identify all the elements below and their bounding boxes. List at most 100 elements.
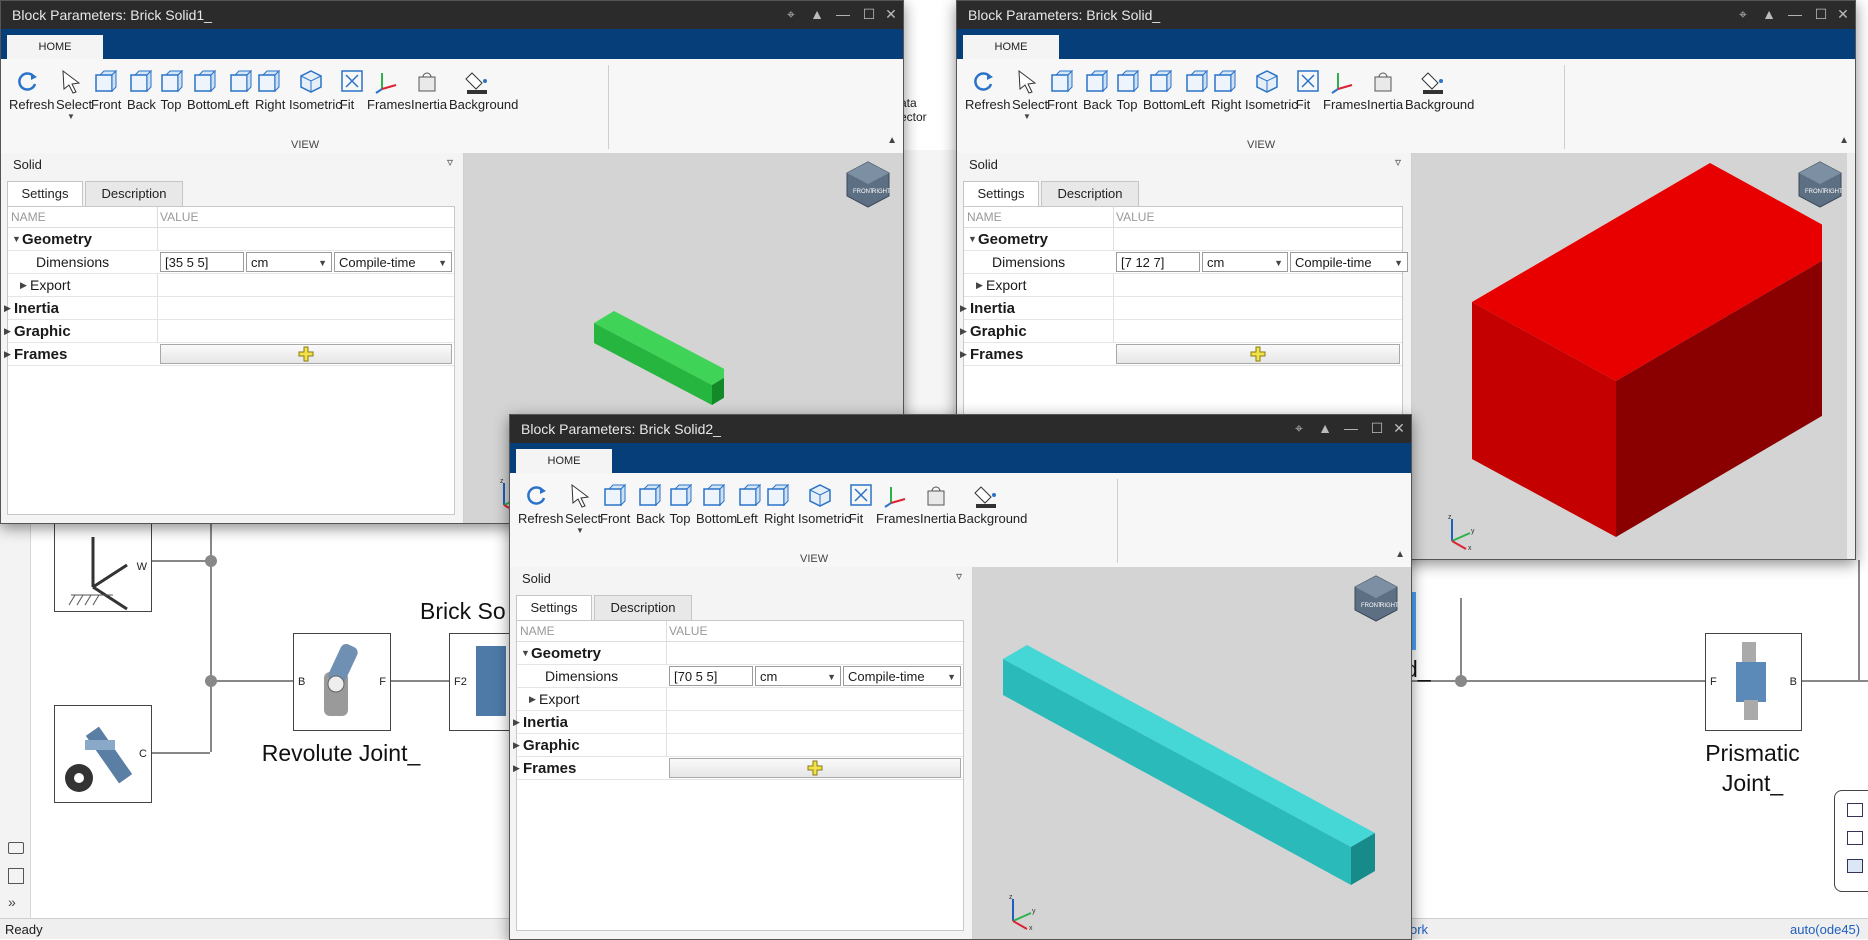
background-button[interactable]: Background <box>449 67 518 112</box>
expand-right-icon[interactable]: ▶ <box>4 349 11 360</box>
expand-right-icon[interactable]: ▶ <box>976 280 983 291</box>
collapse-ribbon-icon[interactable]: ▲ <box>887 135 897 146</box>
chevron-down-icon[interactable]: ▼ <box>565 526 595 535</box>
collapse-ribbon-icon[interactable]: ▲ <box>1839 135 1849 146</box>
panel-toggle-icon[interactable] <box>1847 803 1863 817</box>
chevron-down-icon[interactable]: ▼ <box>1274 253 1283 273</box>
panel-menu-icon[interactable]: ▿ <box>447 155 453 169</box>
minimize-icon[interactable]: — <box>1343 420 1359 436</box>
fit-button[interactable]: Fit <box>1294 67 1319 112</box>
back-button[interactable]: Back <box>127 67 156 112</box>
close-icon[interactable]: ✕ <box>1835 6 1851 22</box>
bottom-button[interactable]: Bottom <box>1143 67 1184 112</box>
pin-icon[interactable]: ⌖ <box>1291 420 1307 436</box>
dimensions-input[interactable]: [35 5 5] <box>160 252 244 272</box>
property-inspector-icon[interactable] <box>1847 831 1863 845</box>
expand-right-icon[interactable]: ▶ <box>960 303 967 314</box>
compile-time-dropdown[interactable]: Compile-time ▼ <box>843 666 961 686</box>
expand-down-icon[interactable]: ▼ <box>521 648 530 658</box>
maximize-icon[interactable]: ☐ <box>1813 6 1829 22</box>
expand-right-icon[interactable]: ▶ <box>513 763 520 774</box>
bottom-button[interactable]: Bottom <box>696 481 737 526</box>
chevron-down-icon[interactable]: ▼ <box>318 253 327 273</box>
left-button[interactable]: Left <box>1183 67 1209 112</box>
compile-time-dropdown[interactable]: Compile-time ▼ <box>1290 252 1408 272</box>
minimize-icon[interactable]: — <box>1787 6 1803 22</box>
row-dimensions[interactable]: Dimensions [7 12 7] cm ▼ Compile-time ▼ <box>964 251 1408 274</box>
row-inertia[interactable]: ▶ Inertia <box>513 711 963 734</box>
isometric-button[interactable]: Isometric <box>289 67 342 112</box>
fit-button[interactable]: Fit <box>338 67 363 112</box>
status-mid-text[interactable]: ork <box>1410 922 1428 937</box>
tab-settings[interactable]: Settings <box>7 181 83 207</box>
left-button[interactable]: Left <box>736 481 762 526</box>
view-cube-icon[interactable]: FRONTRIGHT <box>1351 573 1401 623</box>
tab-description[interactable]: Description <box>1041 181 1139 207</box>
expand-right-icon[interactable]: ▶ <box>20 280 27 291</box>
3d-viewport[interactable]: FRONTRIGHT z y x <box>1412 153 1855 559</box>
refresh-button[interactable]: Refresh <box>518 481 564 526</box>
select-button[interactable]: Select ▼ <box>56 67 92 121</box>
tab-home[interactable]: HOME <box>963 35 1059 59</box>
row-inertia[interactable]: ▶ Inertia <box>960 297 1402 320</box>
pin-icon[interactable]: ⌖ <box>1735 6 1751 22</box>
refresh-button[interactable]: Refresh <box>965 67 1011 112</box>
front-button[interactable]: Front <box>1047 67 1077 112</box>
top-button[interactable]: Top <box>667 481 693 526</box>
collapse-icon[interactable]: ▲ <box>809 6 825 22</box>
block-parameters-window-brick-solid2[interactable]: Block Parameters: Brick Solid2_ ⌖ ▲ — ☐ ✕ HOME… <box>509 414 1412 940</box>
background-button[interactable]: Background <box>958 481 1027 526</box>
solver-text[interactable]: auto(ode45) <box>1790 922 1860 937</box>
right-button[interactable]: Right <box>255 67 285 112</box>
top-button[interactable]: Top <box>158 67 184 112</box>
row-geometry[interactable]: ▼ Geometry <box>517 642 963 665</box>
tab-home[interactable]: HOME <box>516 449 612 473</box>
prismatic-joint-block[interactable]: F B <box>1705 633 1802 731</box>
refresh-button[interactable]: Refresh <box>9 67 55 112</box>
minimize-icon[interactable]: — <box>835 6 851 22</box>
expand-right-icon[interactable]: ▶ <box>4 303 11 314</box>
tab-home[interactable]: HOME <box>7 35 103 59</box>
row-inertia[interactable]: ▶ Inertia <box>4 297 454 320</box>
back-button[interactable]: Back <box>1083 67 1112 112</box>
expand-down-icon[interactable]: ▼ <box>968 234 977 244</box>
background-button[interactable]: Background <box>1405 67 1474 112</box>
dimensions-input[interactable]: [7 12 7] <box>1116 252 1200 272</box>
chevron-down-icon[interactable]: ▼ <box>1012 112 1042 121</box>
window-titlebar[interactable]: Block Parameters: Brick Solid2_ ⌖ ▲ — ☐ ✕ <box>510 415 1411 443</box>
chevron-down-icon[interactable]: ▼ <box>438 253 447 273</box>
front-button[interactable]: Front <box>91 67 121 112</box>
row-dimensions[interactable]: Dimensions [70 5 5] cm ▼ Compile-time ▼ <box>517 665 963 688</box>
row-graphic[interactable]: ▶ Graphic <box>960 320 1402 343</box>
tab-settings[interactable]: Settings <box>516 595 592 621</box>
view-cube-icon[interactable]: FRONTRIGHT <box>1795 159 1845 209</box>
panel-menu-icon[interactable]: ▿ <box>956 569 962 583</box>
mechanism-configuration-block[interactable]: C <box>54 705 152 803</box>
revolute-joint-block[interactable]: B F <box>293 633 391 731</box>
add-frame-button[interactable] <box>1116 344 1400 364</box>
frames-button[interactable]: Frames <box>876 481 920 526</box>
inertia-button[interactable]: Inertia <box>411 67 447 112</box>
close-icon[interactable]: ✕ <box>883 6 899 22</box>
row-export[interactable]: ▶ Export <box>964 274 1402 297</box>
row-export[interactable]: ▶ Export <box>517 688 963 711</box>
maximize-icon[interactable]: ☐ <box>1369 420 1385 436</box>
chevron-down-icon[interactable]: ▼ <box>947 667 956 687</box>
row-geometry[interactable]: ▼ Geometry <box>964 228 1402 251</box>
brick-solid-block[interactable]: F2 <box>449 633 511 731</box>
chevron-down-icon[interactable]: ▼ <box>56 112 86 121</box>
model-browser-icon[interactable] <box>8 868 24 884</box>
collapse-ribbon-icon[interactable]: ▲ <box>1395 549 1405 560</box>
row-frames[interactable]: ▶ Frames <box>4 343 454 366</box>
expand-icon[interactable]: » <box>8 894 16 910</box>
expand-down-icon[interactable]: ▼ <box>12 234 21 244</box>
row-geometry[interactable]: ▼ Geometry <box>8 228 454 251</box>
tab-settings[interactable]: Settings <box>963 181 1039 207</box>
row-frames[interactable]: ▶ Frames <box>513 757 963 780</box>
expand-right-icon[interactable]: ▶ <box>960 326 967 337</box>
collapse-icon[interactable]: ▲ <box>1317 420 1333 436</box>
window-titlebar[interactable]: Block Parameters: Brick Solid_ ⌖ ▲ — ☐ ✕ <box>957 1 1855 29</box>
units-dropdown[interactable]: cm ▼ <box>755 666 841 686</box>
expand-right-icon[interactable]: ▶ <box>513 717 520 728</box>
left-button[interactable]: Left <box>227 67 253 112</box>
